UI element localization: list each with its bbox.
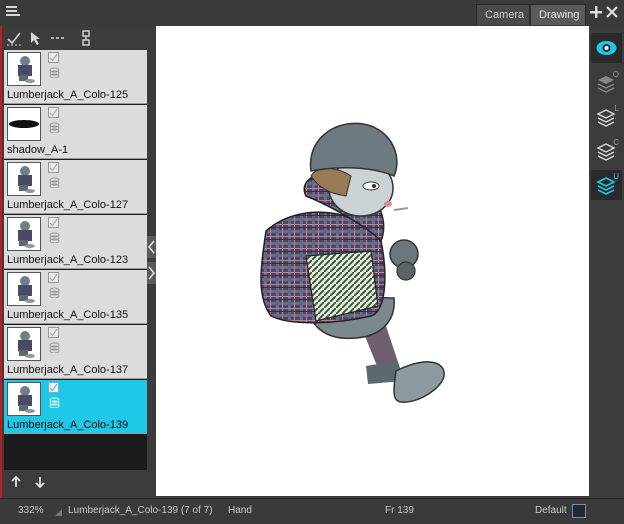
layer-thumbnail bbox=[7, 382, 41, 416]
chevron-right-icon bbox=[148, 266, 156, 280]
layer-name: Lumberjack_A_Colo-137 bbox=[7, 364, 129, 376]
layer-name: Lumberjack_A_Colo-127 bbox=[7, 199, 129, 211]
character-thumbnail-icon bbox=[18, 56, 35, 83]
layer-stack-icon bbox=[49, 342, 60, 353]
layer-item[interactable]: Lumberjack_A_Colo-135 bbox=[4, 270, 147, 324]
right-toolbar: O L C U bbox=[589, 26, 624, 498]
layer-item-selected[interactable]: Lumberjack_A_Colo-139 bbox=[4, 380, 147, 434]
character-thumbnail-icon bbox=[18, 221, 35, 248]
tab-camera[interactable]: Camera bbox=[476, 4, 530, 25]
layer-name: Lumberjack_A_Colo-135 bbox=[7, 309, 129, 321]
dotted-line-icon[interactable] bbox=[50, 30, 66, 46]
character-thumbnail-icon bbox=[18, 166, 35, 193]
layer-item[interactable]: Lumberjack_A_Colo-125 bbox=[4, 50, 147, 104]
layer-item[interactable]: Lumberjack_A_Colo-127 bbox=[4, 160, 147, 214]
visibility-checkbox[interactable] bbox=[48, 162, 59, 173]
layer-stack-icon bbox=[49, 397, 60, 408]
layer-toolbar bbox=[2, 26, 148, 50]
overlay-layer-button[interactable]: O bbox=[591, 68, 622, 98]
link-icon[interactable] bbox=[78, 30, 94, 46]
layer-letter: U bbox=[613, 172, 619, 181]
visibility-checkbox[interactable] bbox=[48, 272, 59, 283]
character-thumbnail-icon bbox=[18, 276, 35, 303]
layer-letter: L bbox=[614, 104, 619, 113]
layer-item[interactable]: shadow_A-1 bbox=[4, 105, 147, 159]
eye-icon bbox=[596, 41, 617, 55]
drawing-canvas[interactable] bbox=[156, 26, 589, 496]
color-art-layer-button[interactable]: C bbox=[591, 136, 622, 166]
layer-name: Lumberjack_A_Colo-123 bbox=[7, 254, 129, 266]
add-view-icon[interactable] bbox=[590, 6, 602, 18]
character-thumbnail-icon bbox=[18, 386, 35, 413]
layer-thumbnail bbox=[7, 107, 41, 141]
layer-thumbnail bbox=[7, 327, 41, 361]
layer-thumbnail bbox=[7, 272, 41, 306]
current-frame: Fr 139 bbox=[385, 505, 414, 516]
onion-skin-toggle-button[interactable] bbox=[591, 33, 622, 63]
zoom-level[interactable]: 332% bbox=[18, 505, 44, 516]
menu-icon[interactable] bbox=[6, 4, 20, 18]
move-layer-up-icon[interactable] bbox=[10, 476, 22, 488]
layer-name: Lumberjack_A_Colo-139 bbox=[7, 419, 129, 431]
collapse-panel-right-button[interactable] bbox=[147, 262, 156, 284]
visibility-checkbox[interactable] bbox=[48, 327, 59, 338]
layer-thumbnail bbox=[7, 217, 41, 251]
visibility-checkbox[interactable] bbox=[48, 107, 59, 118]
shadow-thumbnail-icon bbox=[9, 120, 39, 128]
layer-thumbnail bbox=[7, 162, 41, 196]
select-check-icon[interactable] bbox=[6, 30, 22, 46]
layer-item[interactable]: Lumberjack_A_Colo-123 bbox=[4, 215, 147, 269]
resize-grip-icon bbox=[55, 509, 62, 516]
layer-stack-icon bbox=[49, 67, 60, 78]
layer-stack-icon bbox=[49, 287, 60, 298]
layer-thumbnail bbox=[7, 52, 41, 86]
layer-item[interactable]: Lumberjack_A_Colo-137 bbox=[4, 325, 147, 379]
palette-name: Default bbox=[535, 505, 567, 516]
layer-stack-icon bbox=[49, 232, 60, 243]
chevron-left-icon bbox=[147, 240, 155, 254]
underlay-layer-button[interactable]: U bbox=[591, 170, 622, 200]
layer-stack-icon bbox=[49, 177, 60, 188]
current-drawing: Lumberjack_A_Colo-139 (7 of 7) bbox=[68, 505, 213, 516]
collapse-panel-left-button[interactable] bbox=[147, 236, 156, 258]
current-tool: Hand bbox=[228, 505, 252, 516]
current-color-swatch[interactable] bbox=[572, 504, 586, 518]
visibility-checkbox[interactable] bbox=[48, 217, 59, 228]
layer-stack-icon bbox=[49, 122, 60, 133]
layer-letter: C bbox=[613, 138, 619, 147]
character-thumbnail-icon bbox=[18, 331, 35, 358]
character-drawing bbox=[260, 122, 445, 403]
view-focus-indicator bbox=[0, 26, 2, 498]
line-art-layer-button[interactable]: L bbox=[591, 102, 622, 132]
select-arrow-icon[interactable] bbox=[28, 30, 44, 46]
tab-drawing[interactable]: Drawing bbox=[530, 4, 586, 25]
layer-name: shadow_A-1 bbox=[7, 144, 69, 156]
visibility-checkbox[interactable] bbox=[48, 382, 59, 393]
move-layer-down-icon[interactable] bbox=[34, 476, 46, 488]
status-bar: 332% Lumberjack_A_Colo-139 (7 of 7) Hand… bbox=[0, 498, 624, 524]
layer-letter: O bbox=[612, 70, 619, 79]
close-icon[interactable] bbox=[606, 6, 618, 18]
layer-name: Lumberjack_A_Colo-125 bbox=[7, 89, 129, 101]
layer-panel: Lumberjack_A_Colo-125 shadow_A-1 Lumberj… bbox=[4, 50, 147, 470]
visibility-checkbox[interactable] bbox=[48, 52, 59, 63]
